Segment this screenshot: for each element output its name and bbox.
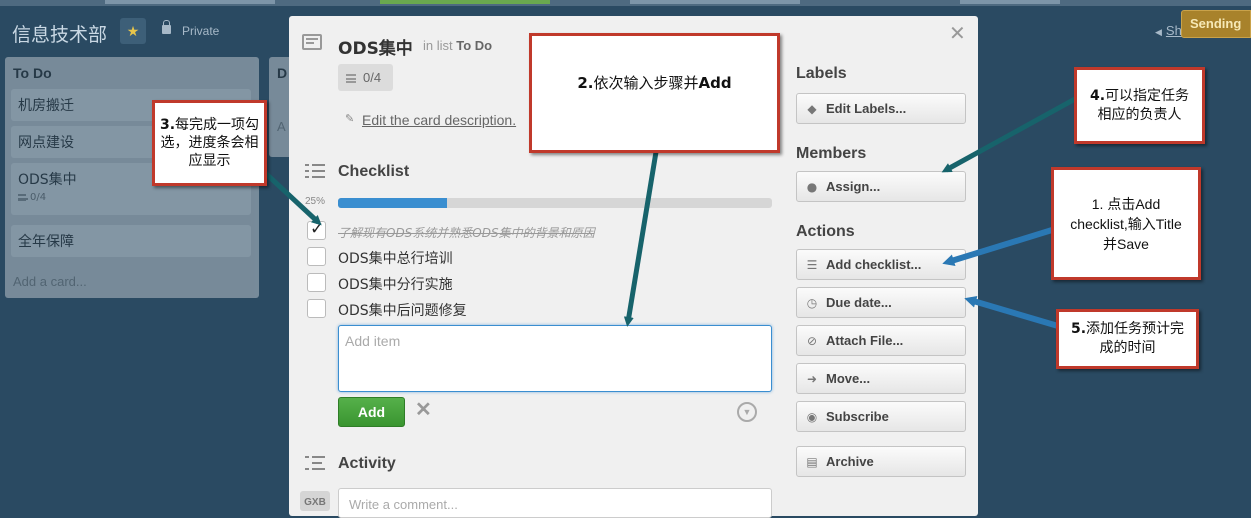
step4-number: 4. xyxy=(1089,87,1106,104)
step3-text: 每完成一项勾选，进度条会相应显示 xyxy=(160,117,260,169)
arrow-step1 xyxy=(942,227,1053,266)
callout-step3: 3.每完成一项勾选，进度条会相应显示 xyxy=(152,100,267,186)
callout-step1: 1. 点击Add checklist,输入Title并Save xyxy=(1051,167,1201,280)
step1-text: 1. 点击Add checklist,输入Title并Save xyxy=(1070,195,1182,252)
callout-step4: 4.可以指定任务相应的负责人 xyxy=(1074,67,1205,144)
arrow-step5 xyxy=(964,295,1059,329)
step5-number: 5. xyxy=(1070,321,1087,337)
step4-text: 可以指定任务相应的负责人 xyxy=(1097,87,1190,123)
callout-step2: 2.依次输入步骤并Add xyxy=(529,33,780,153)
step2-number: 2. xyxy=(577,73,594,92)
arrow-step4 xyxy=(941,96,1077,173)
arrow-step2 xyxy=(623,151,659,327)
step5-text: 添加任务预计完成的时间 xyxy=(1086,321,1185,356)
step3-number: 3. xyxy=(159,117,176,133)
arrow-step3 xyxy=(260,168,322,226)
step2-text: 依次输入步骤并 xyxy=(593,73,699,92)
step2-bold: Add xyxy=(698,73,732,92)
callout-step5: 5.添加任务预计完成的时间 xyxy=(1056,309,1199,369)
